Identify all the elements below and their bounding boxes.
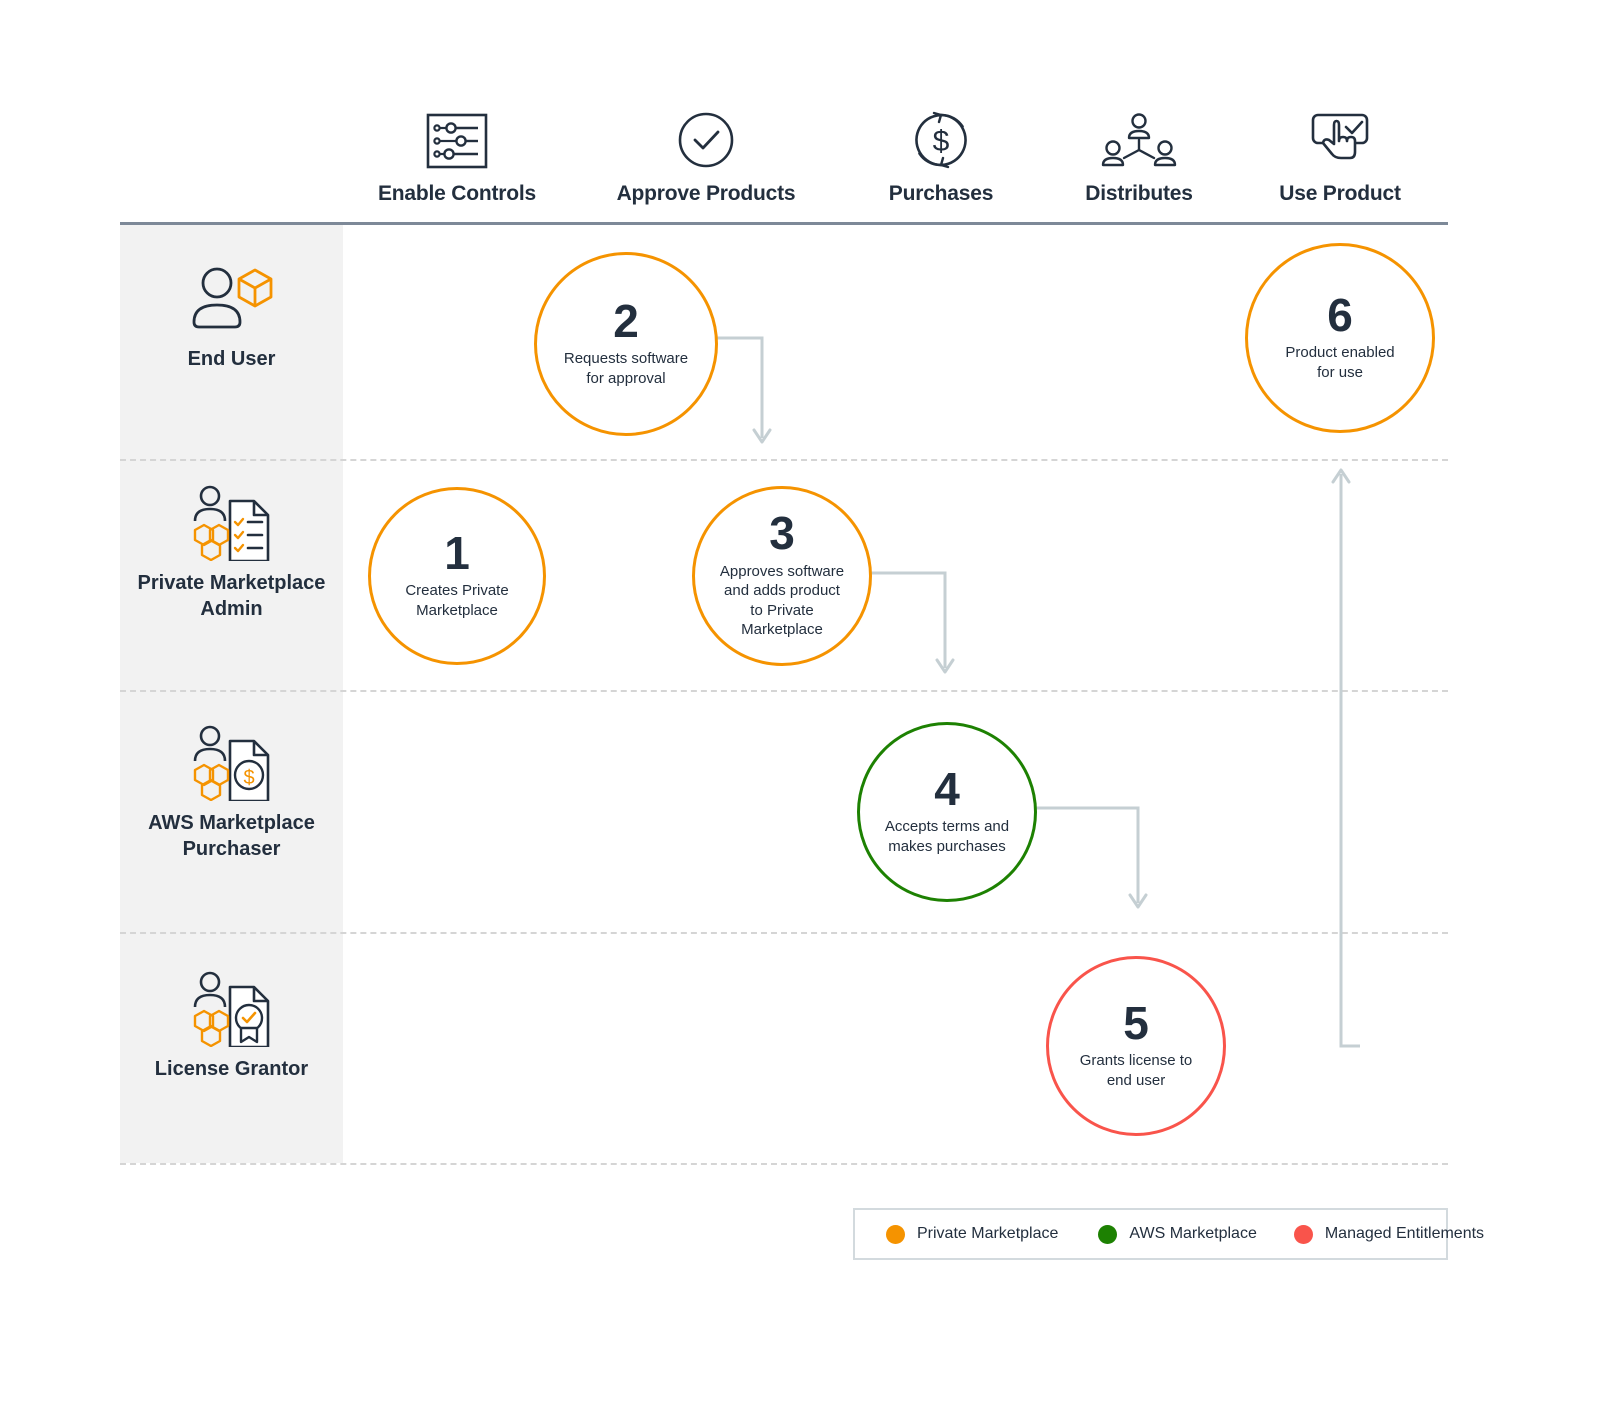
step-circle-3[interactable]: 3 Approves software and adds product to … [692, 486, 872, 666]
step-number: 4 [934, 762, 960, 815]
step-number: 6 [1327, 288, 1353, 341]
column-header-label: Use Product [1279, 182, 1401, 205]
step-number: 2 [613, 294, 639, 347]
check-circle-icon [586, 108, 826, 170]
step-description: Creates Private Marketplace [405, 582, 509, 619]
legend-item-private-marketplace: Private Marketplace [886, 1224, 1059, 1244]
step-circle-6[interactable]: 6 Product enabled for use [1245, 243, 1435, 433]
role-aws-marketplace-purchaser: $ AWS Marketplace Purchaser [120, 725, 343, 862]
legend: Private Marketplace AWS Marketplace Mana… [853, 1208, 1484, 1260]
step-description: Product enabled for use [1285, 344, 1395, 381]
role-private-marketplace-admin: Private Marketplace Admin [120, 485, 343, 622]
step-circle-4[interactable]: 4 Accepts terms and makes purchases [857, 722, 1037, 902]
step-number: 5 [1123, 996, 1149, 1049]
svg-text:$: $ [933, 125, 950, 158]
legend-dot-icon [1098, 1224, 1118, 1244]
step-circle-5[interactable]: 5 Grants license to end user [1046, 956, 1226, 1136]
step-description: Requests software for approval [563, 350, 689, 387]
role-label: License Grantor [154, 1058, 309, 1080]
column-header-label: Enable Controls [377, 182, 537, 205]
step-number: 3 [769, 507, 795, 560]
step-circle-1[interactable]: 1 Creates Private Marketplace [368, 487, 546, 665]
connector-5-to-6 [1331, 468, 1360, 1048]
legend-dot-icon [1293, 1224, 1313, 1244]
role-license-grantor: License Grantor [120, 971, 343, 1083]
row-divider-4 [120, 1163, 1448, 1165]
cursor-click-icon [1220, 108, 1460, 170]
column-header-label: Approve Products [616, 182, 796, 205]
user-invoice-icon: $ [120, 725, 343, 801]
step-description: Grants license to end user [1079, 1052, 1193, 1089]
legend-item-managed-entitlements: Managed Entitlements [1293, 1224, 1485, 1244]
column-header-approve-products: Approve Products [586, 108, 826, 206]
step-description: Accepts terms and makes purchases [884, 818, 1010, 855]
user-license-icon [120, 971, 343, 1047]
header-divider [120, 222, 1448, 225]
step-number: 1 [444, 526, 470, 579]
flow-diagram: Enable Controls Approve Products $ Purch… [0, 0, 1601, 1409]
row-divider-3 [120, 932, 1448, 934]
role-end-user: End User [120, 261, 343, 373]
role-label: End User [187, 348, 276, 370]
role-label: AWS Marketplace Purchaser [148, 812, 315, 860]
column-header-use-product: Use Product [1220, 108, 1460, 206]
user-package-icon [120, 261, 343, 337]
column-header-enable-controls: Enable Controls [337, 108, 577, 206]
row-divider-2 [120, 690, 1448, 692]
connector-4-to-5 [1035, 806, 1148, 909]
connector-3-to-4 [865, 571, 955, 674]
step-circle-2[interactable]: 2 Requests software for approval [534, 252, 718, 436]
legend-label: AWS Marketplace [1129, 1225, 1257, 1242]
sliders-icon [337, 108, 577, 170]
row-divider-1 [120, 459, 1448, 461]
legend-label: Managed Entitlements [1324, 1225, 1485, 1242]
legend-label: Private Marketplace [917, 1225, 1059, 1242]
user-checklist-icon [120, 485, 343, 561]
svg-text:$: $ [243, 767, 254, 789]
legend-dot-icon [886, 1224, 905, 1244]
legend-item-aws-marketplace: AWS Marketplace [1098, 1224, 1257, 1244]
step-description: Approves software and adds product to Pr… [719, 562, 845, 639]
role-label: Private Marketplace Admin [137, 572, 326, 620]
